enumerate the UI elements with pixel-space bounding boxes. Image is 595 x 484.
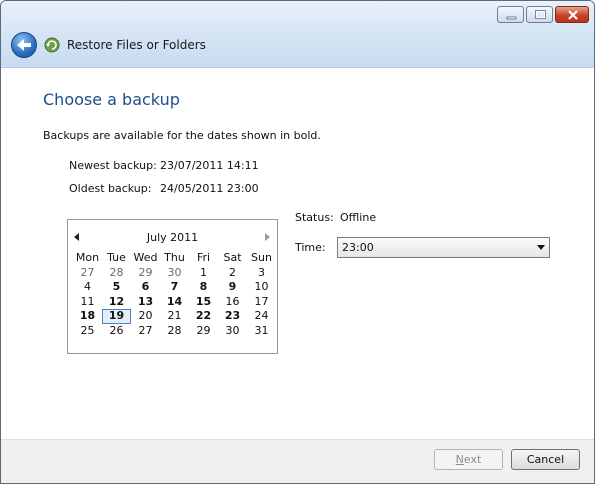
calendar-day[interactable]: 30 (218, 324, 247, 339)
time-dropdown-value: 23:00 (342, 241, 374, 254)
page-heading: Choose a backup (43, 90, 180, 109)
calendar-day[interactable]: 21 (160, 309, 189, 324)
calendar-day[interactable]: 4 (73, 280, 102, 295)
triangle-right-icon[interactable] (265, 233, 271, 241)
calendar-day[interactable]: 7 (160, 280, 189, 295)
maximize-icon (535, 10, 546, 19)
chevron-down-icon (537, 245, 545, 250)
calendar-day[interactable]: 29 (131, 266, 160, 281)
day-of-week-header: Sat (223, 251, 242, 264)
calendar-day[interactable]: 13 (131, 295, 160, 310)
calendar-day[interactable]: 3 (247, 266, 276, 281)
oldest-backup-label: Oldest backup: (69, 182, 152, 195)
next-button[interactable]: Next (434, 449, 503, 470)
back-arrow-icon (17, 39, 31, 51)
calendar-day[interactable]: 16 (218, 295, 247, 310)
calendar-day[interactable]: 2 (218, 266, 247, 281)
calendar-day-selected[interactable]: 19 (102, 309, 131, 324)
time-label: Time: (295, 241, 326, 254)
calendar-day[interactable]: 14 (160, 295, 189, 310)
footer-bar (1, 439, 594, 483)
calendar-month[interactable]: July 2011 (68, 231, 277, 244)
day-of-week-header: Tue (107, 251, 126, 264)
title-bar: Restore Files or Folders (1, 1, 594, 68)
calendar-day[interactable]: 8 (189, 280, 218, 295)
next-button-mnemonic: N (455, 453, 464, 466)
minimize-button[interactable] (497, 6, 524, 23)
calendar-day[interactable]: 23 (218, 309, 247, 324)
calendar-day[interactable]: 29 (189, 324, 218, 339)
day-of-week-header: Sun (251, 251, 272, 264)
maximize-button[interactable] (526, 6, 553, 23)
back-button[interactable] (11, 32, 37, 58)
calendar-day[interactable]: 27 (131, 324, 160, 339)
status-value: Offline (340, 211, 377, 224)
calendar-grid: Mon Tue Wed Thu Fri Sat Sun 27 28 29 30 1 2 3 4 5 6 7 8 9 10… (73, 251, 276, 338)
day-of-week-header: Mon (75, 251, 100, 264)
calendar-day[interactable]: 27 (73, 266, 102, 281)
calendar-day[interactable]: 18 (73, 309, 102, 324)
day-of-week-header: Thu (164, 251, 185, 264)
calendar-day[interactable]: 11 (73, 295, 102, 310)
day-of-week-header: Wed (133, 251, 158, 264)
close-icon (568, 10, 578, 20)
backup-calendar: July 2011 Mon Tue Wed Thu Fri Sat Sun 27 28 29 30 1… (67, 219, 278, 354)
restore-window: Restore Files or Folders Choose a backup… (0, 0, 595, 484)
calendar-day[interactable]: 22 (189, 309, 218, 324)
newest-backup-value: 23/07/2011 14:11 (160, 159, 259, 172)
calendar-day[interactable]: 1 (189, 266, 218, 281)
close-button[interactable] (555, 6, 589, 23)
calendar-day[interactable]: 25 (73, 324, 102, 339)
calendar-day[interactable]: 5 (102, 280, 131, 295)
day-of-week-header: Fri (196, 251, 211, 264)
calendar-day[interactable]: 30 (160, 266, 189, 281)
calendar-day[interactable]: 31 (247, 324, 276, 339)
description-text: Backups are available for the dates show… (43, 129, 321, 142)
calendar-day[interactable]: 17 (247, 295, 276, 310)
minimize-icon (506, 16, 517, 20)
cancel-button[interactable]: Cancel (511, 449, 580, 470)
calendar-day[interactable]: 9 (218, 280, 247, 295)
time-dropdown[interactable]: 23:00 (337, 237, 550, 258)
calendar-day[interactable]: 10 (247, 280, 276, 295)
oldest-backup-value: 24/05/2011 23:00 (160, 182, 259, 195)
calendar-day[interactable]: 28 (160, 324, 189, 339)
calendar-day[interactable]: 26 (102, 324, 131, 339)
calendar-day[interactable]: 24 (247, 309, 276, 324)
calendar-day[interactable]: 20 (131, 309, 160, 324)
window-title: Restore Files or Folders (67, 38, 206, 52)
newest-backup-label: Newest backup: (69, 159, 157, 172)
calendar-day[interactable]: 15 (189, 295, 218, 310)
calendar-day[interactable]: 12 (102, 295, 131, 310)
calendar-day[interactable]: 6 (131, 280, 160, 295)
next-button-label: ext (463, 453, 482, 466)
calendar-day[interactable]: 28 (102, 266, 131, 281)
backup-restore-icon (44, 37, 60, 53)
status-label: Status: (295, 211, 334, 224)
